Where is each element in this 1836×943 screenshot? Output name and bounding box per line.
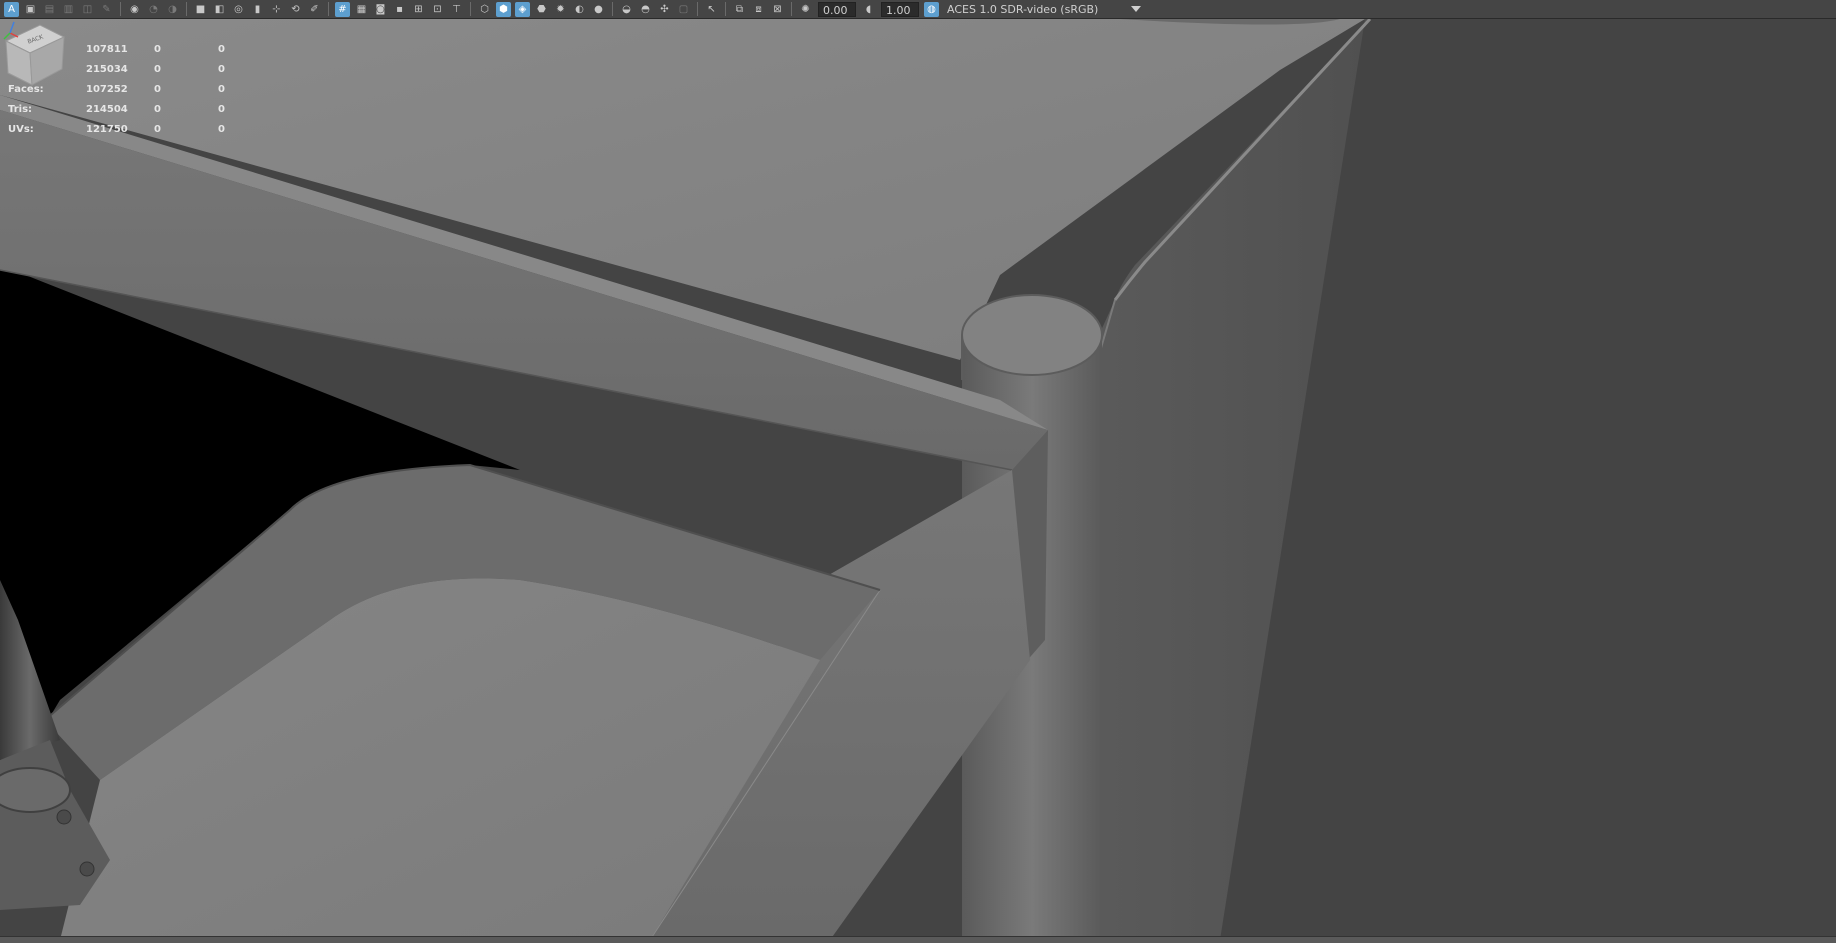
- lights-icon[interactable]: ✹: [553, 2, 568, 17]
- shaded-cube-icon[interactable]: ⬢: [496, 1, 511, 17]
- hud-value: 214504: [86, 103, 128, 115]
- color-management-view-transform[interactable]: ACES 1.0 SDR-video (sRGB): [947, 3, 1127, 16]
- multisample-aa-icon[interactable]: ◓: [638, 2, 653, 17]
- color-management-icon[interactable]: ◍: [924, 1, 939, 17]
- hud-label: UVs:: [8, 123, 34, 135]
- depth-of-field-icon[interactable]: ✣: [657, 2, 672, 17]
- undo-view-icon[interactable]: ◑: [165, 2, 180, 17]
- gamma-field[interactable]: 1.00: [881, 1, 919, 17]
- hud-component: 0: [218, 63, 225, 75]
- viewport-panel-toolbar: A ▣ ▤ ▥ ◫ ✎ ◉ ◔ ◑ ■ ◧ ◎ ▮ ⊹ ⟲ ✐ # ▦ ◙ ▪ …: [0, 0, 1836, 19]
- fit-view-icon[interactable]: ⊠: [770, 2, 785, 17]
- hud-selected: 0: [154, 83, 161, 95]
- hud-value: 107811: [86, 43, 128, 55]
- textured-icon[interactable]: ⊡: [430, 2, 445, 17]
- grease-pencil-icon[interactable]: ✎: [99, 2, 114, 17]
- default-material-icon[interactable]: ▪: [392, 2, 407, 17]
- toolbar-separator: [328, 2, 329, 16]
- motion-blur-icon[interactable]: ◒: [619, 2, 634, 17]
- exposure-icon[interactable]: ✺: [798, 2, 813, 17]
- hud-value: 107252: [86, 83, 128, 95]
- gamma-icon[interactable]: ◖: [861, 2, 876, 17]
- safe-title-icon[interactable]: ✐: [307, 2, 322, 17]
- film-gate-icon[interactable]: ◧: [212, 2, 227, 17]
- wireframe-icon[interactable]: ▦: [354, 2, 369, 17]
- resolution-gate-icon[interactable]: ◎: [231, 2, 246, 17]
- axis-gizmo: [3, 21, 19, 40]
- use-all-lights-icon[interactable]: ⊤: [449, 2, 464, 17]
- hud-label: Tris:: [8, 103, 33, 115]
- camera-attributes-icon[interactable]: ▣: [23, 2, 38, 17]
- toolbar-separator: [791, 2, 792, 16]
- bookmark-icon[interactable]: ▤: [42, 2, 57, 17]
- select-arrow-icon[interactable]: ↖: [704, 2, 719, 17]
- hud-selected: 0: [154, 103, 161, 115]
- gate-mask-icon[interactable]: ▮: [250, 2, 265, 17]
- toolbar-separator: [612, 2, 613, 16]
- isolate-select-icon[interactable]: ▢: [676, 2, 691, 17]
- shadows-icon[interactable]: ◐: [572, 2, 587, 17]
- field-chart-icon[interactable]: ⊹: [269, 2, 284, 17]
- hud-selected: 0: [154, 43, 161, 55]
- 2d-pan-zoom-icon[interactable]: ◫: [80, 2, 95, 17]
- xray-icon[interactable]: ⬣: [534, 2, 549, 17]
- hud-value: 121750: [86, 123, 128, 135]
- toolbar-separator: [120, 2, 121, 16]
- safe-action-icon[interactable]: ⟲: [288, 2, 303, 17]
- camera-bookmark-icon[interactable]: ◔: [146, 2, 161, 17]
- hud-component: 0: [218, 83, 225, 95]
- 3d-viewport[interactable]: Verts: 107811 0 0 Edges: 215034 0 0 Face…: [0, 19, 1836, 936]
- isolate-icon[interactable]: ⧈: [751, 2, 766, 17]
- wireframe-on-shaded-icon[interactable]: ◈: [515, 1, 530, 17]
- viewport-render: [0, 19, 1836, 936]
- hud-icon[interactable]: ⧉: [732, 2, 747, 17]
- lock-camera-icon[interactable]: ◉: [127, 2, 142, 17]
- screen-space-ao-icon[interactable]: ●: [591, 2, 606, 17]
- hud-selected: 0: [154, 123, 161, 135]
- hud-component: 0: [218, 103, 225, 115]
- hud-selected: 0: [154, 63, 161, 75]
- hud-row-uvs: UVs: 121750 0 0: [8, 119, 225, 139]
- image-plane-icon[interactable]: ▥: [61, 2, 76, 17]
- shaded-wireframe-icon[interactable]: ⊞: [411, 2, 426, 17]
- exposure-field[interactable]: 0.00: [818, 1, 856, 17]
- hud-row-tris: Tris: 214504 0 0: [8, 99, 225, 119]
- toolbar-separator: [470, 2, 471, 16]
- toolbar-separator: [697, 2, 698, 16]
- hud-component: 0: [218, 123, 225, 135]
- toolbar-separator: [725, 2, 726, 16]
- hud-value: 215034: [86, 63, 128, 75]
- grid-icon[interactable]: #: [335, 1, 350, 17]
- camera-icon[interactable]: ■: [193, 2, 208, 17]
- select-camera-icon[interactable]: A: [4, 1, 19, 17]
- toolbar-separator: [186, 2, 187, 16]
- wireframe-cube-icon[interactable]: ⬡: [477, 2, 492, 17]
- smooth-shade-icon[interactable]: ◙: [373, 2, 388, 17]
- chevron-down-icon[interactable]: [1131, 6, 1141, 12]
- hud-component: 0: [218, 43, 225, 55]
